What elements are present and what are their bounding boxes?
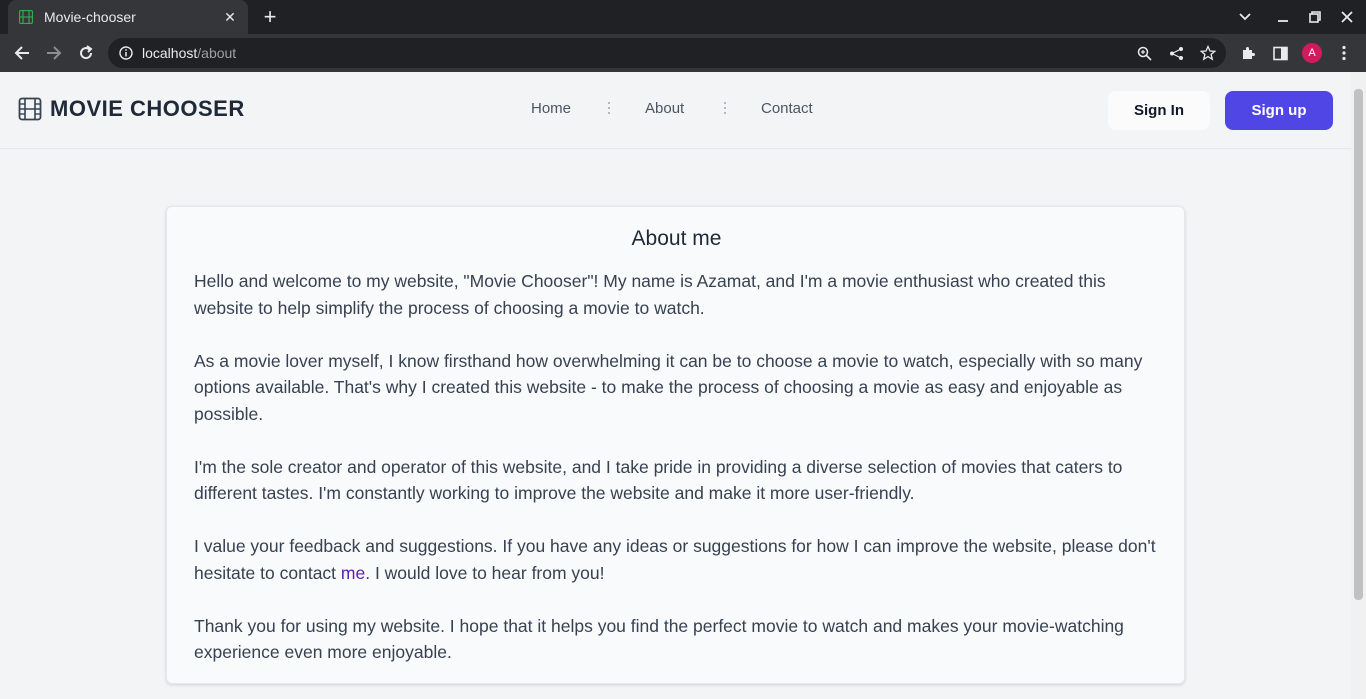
scrollbar-thumb[interactable] xyxy=(1354,89,1363,600)
nav-link-contact[interactable]: Contact xyxy=(761,100,813,117)
nav-link-home[interactable]: Home xyxy=(531,100,571,117)
back-icon[interactable] xyxy=(10,41,34,65)
about-paragraph: I value your feedback and suggestions. I… xyxy=(194,533,1164,586)
film-icon xyxy=(18,97,42,121)
browser-menu-icon[interactable] xyxy=(1332,41,1356,65)
about-title: About me xyxy=(631,227,722,250)
sign-up-button[interactable]: Sign up xyxy=(1225,91,1333,130)
tab-search-chevron-icon[interactable] xyxy=(1229,0,1261,34)
site-navbar: MOVIE CHOOSER Home About Contact Sign In… xyxy=(0,72,1351,149)
page-viewport: MOVIE CHOOSER Home About Contact Sign In… xyxy=(0,72,1351,699)
address-bar[interactable]: localhost/about xyxy=(108,38,1226,68)
browser-tab[interactable]: Movie-chooser ✕ xyxy=(8,0,248,34)
page-scrollbar[interactable] xyxy=(1351,72,1366,699)
about-paragraph-text: . I would love to hear from you! xyxy=(365,562,605,583)
about-paragraph: Hello and welcome to my website, "Movie … xyxy=(194,271,1106,318)
tab-close-icon[interactable]: ✕ xyxy=(222,9,238,25)
profile-avatar[interactable]: A xyxy=(1302,43,1322,63)
about-paragraph: I'm the sole creator and operator of thi… xyxy=(194,456,1123,504)
film-icon xyxy=(18,9,34,25)
brand-name: MOVIE CHOOSER xyxy=(50,96,245,121)
extensions-icon[interactable] xyxy=(1236,41,1260,65)
minimize-icon[interactable] xyxy=(1267,0,1299,34)
forward-icon[interactable] xyxy=(42,41,66,65)
site-info-icon[interactable] xyxy=(118,45,134,61)
about-card: About me Hello and welcome to my website… xyxy=(166,206,1185,684)
reload-icon[interactable] xyxy=(74,41,98,65)
zoom-icon[interactable] xyxy=(1136,45,1152,61)
browser-toolbar: localhost/about xyxy=(0,34,1366,72)
sign-in-button[interactable]: Sign In xyxy=(1108,91,1210,130)
url-path: /about xyxy=(197,45,237,61)
contact-me-link[interactable]: me xyxy=(341,563,365,583)
nav-separator xyxy=(724,102,727,116)
nav-link-about[interactable]: About xyxy=(645,100,684,117)
browser-tab-strip: Movie-chooser ✕ + xyxy=(0,0,1366,34)
about-paragraph: As a movie lover myself, I know firsthan… xyxy=(194,350,1143,424)
side-panel-icon[interactable] xyxy=(1268,41,1292,65)
share-icon[interactable] xyxy=(1168,45,1184,61)
bookmark-star-icon[interactable] xyxy=(1200,45,1216,61)
tab-title: Movie-chooser xyxy=(44,9,136,25)
about-body: Hello and welcome to my website, "Movie … xyxy=(194,268,1164,692)
brand[interactable]: MOVIE CHOOSER xyxy=(18,96,245,122)
restore-icon[interactable] xyxy=(1299,0,1331,34)
about-paragraph: Thank you for using my website. I hope t… xyxy=(194,615,1124,663)
new-tab-icon[interactable]: + xyxy=(258,6,282,28)
about-paragraph-text: I value your feedback and suggestions. I… xyxy=(194,536,1156,583)
nav-separator xyxy=(608,102,611,116)
url-host: localhost xyxy=(142,45,198,61)
window-close-icon[interactable] xyxy=(1331,0,1363,34)
